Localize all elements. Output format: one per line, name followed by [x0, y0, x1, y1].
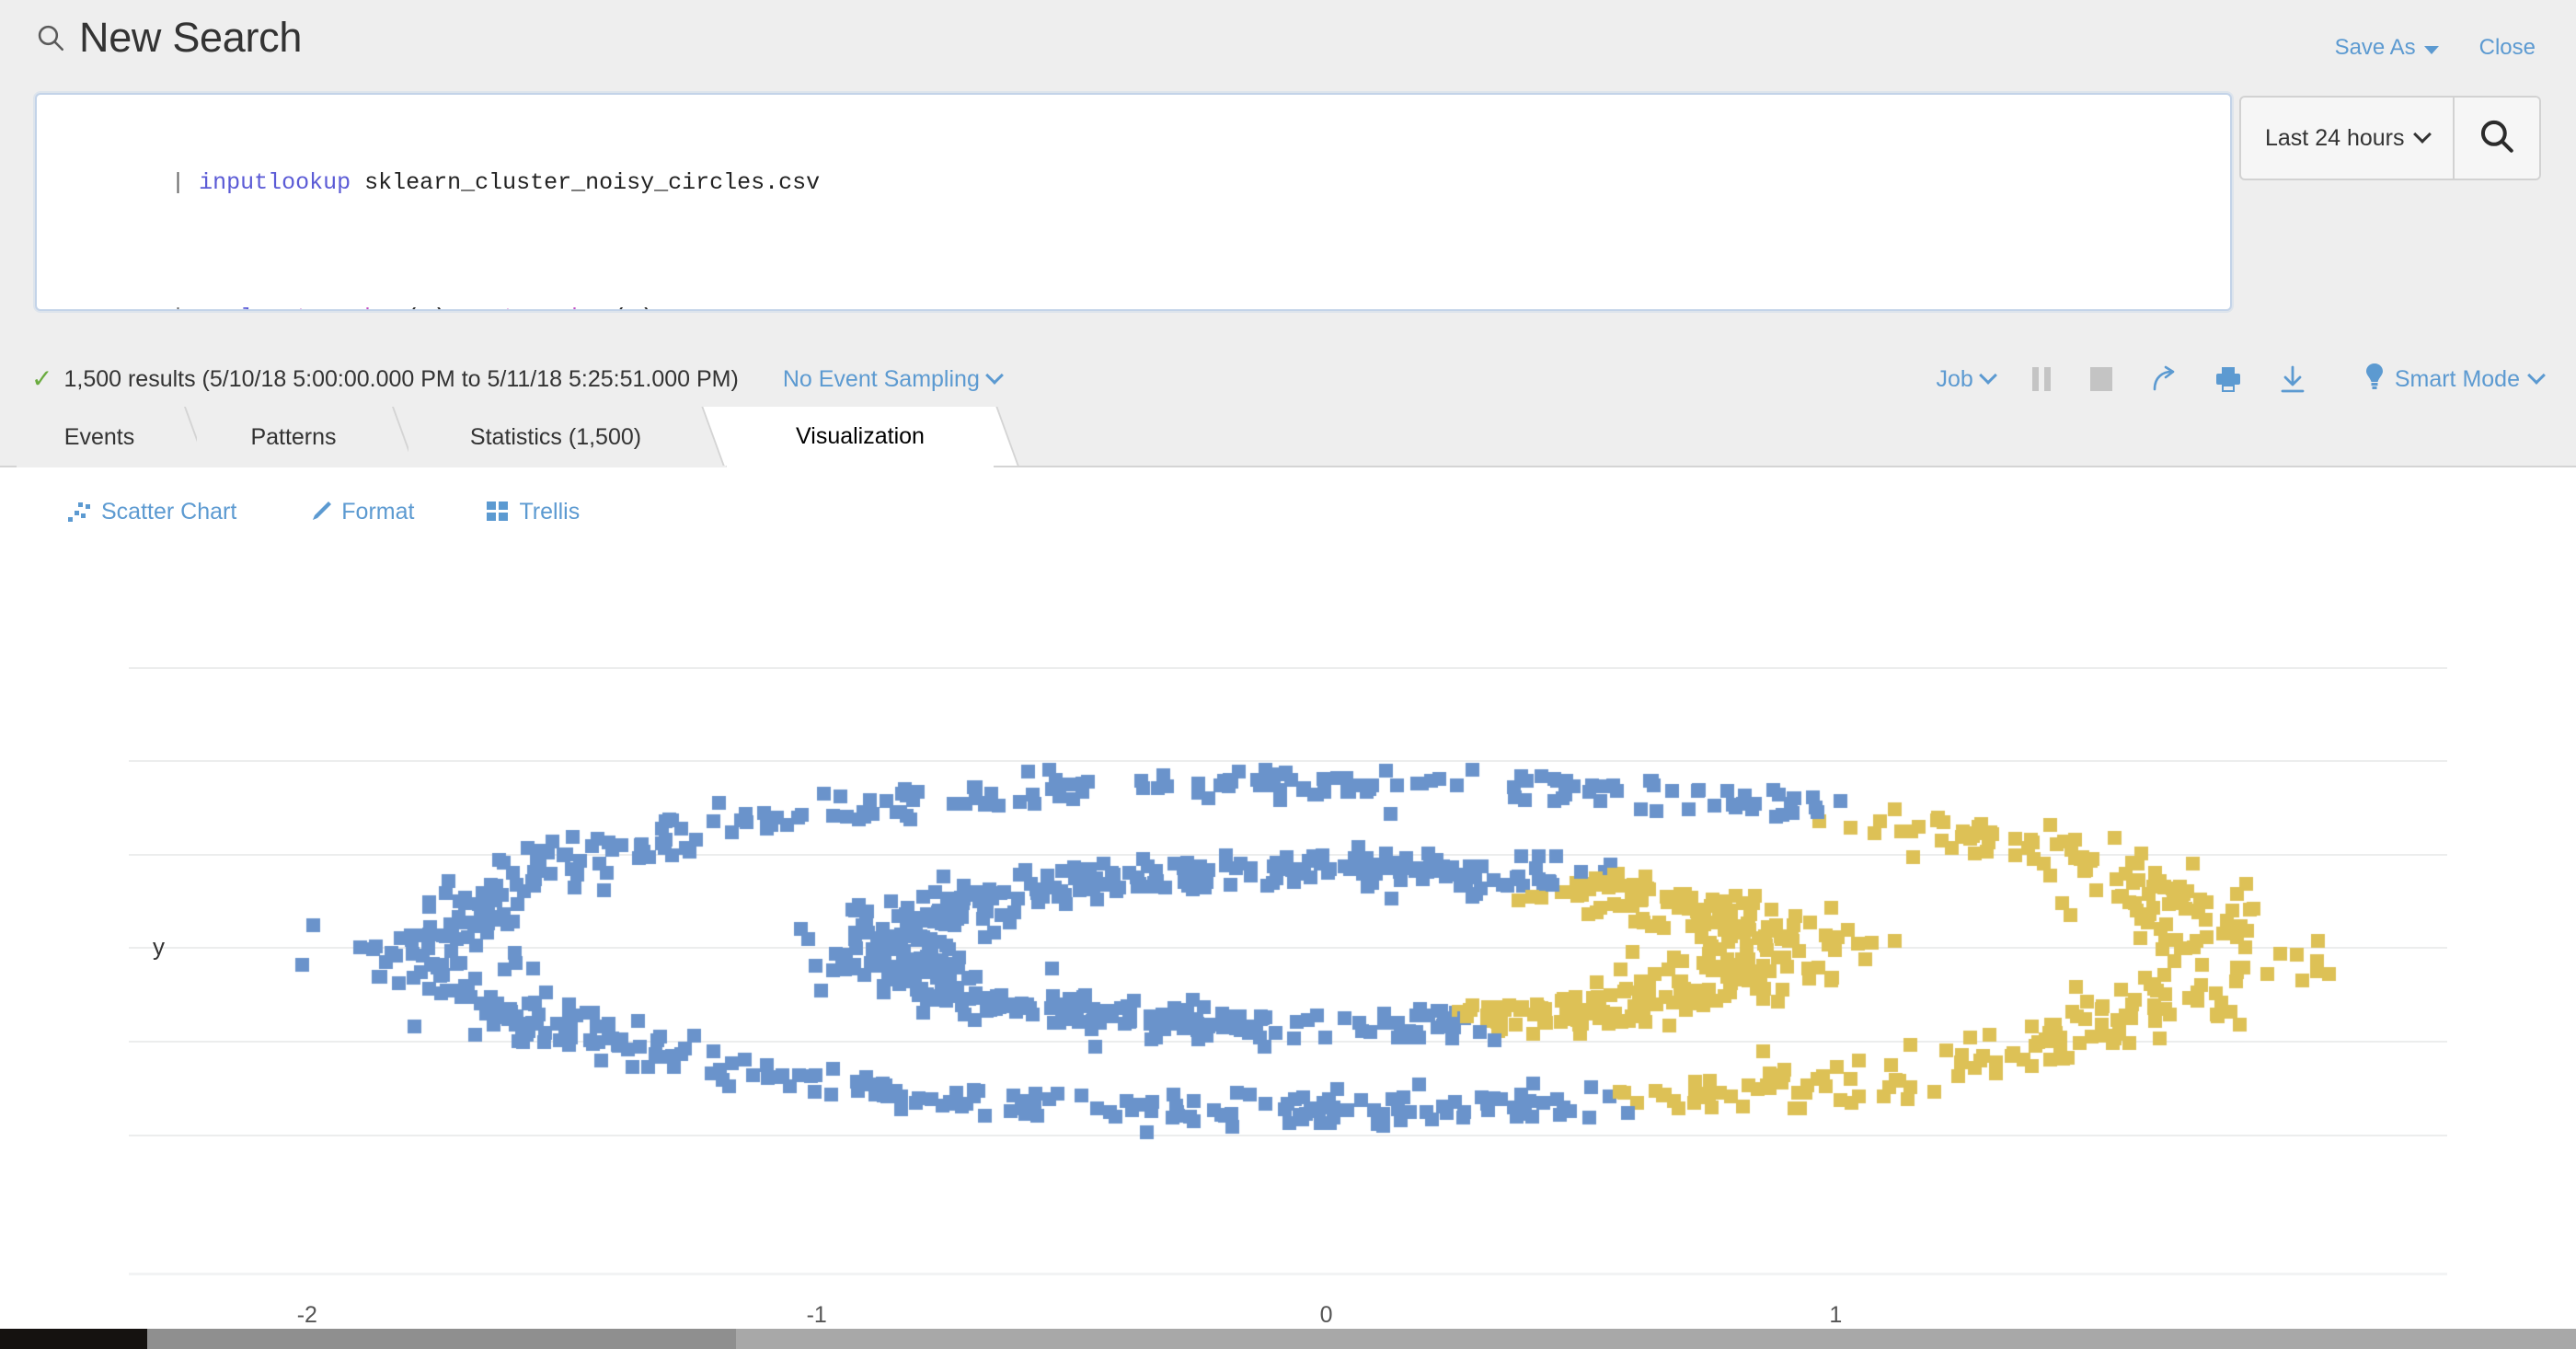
header-links: Save As Close	[2335, 35, 2536, 61]
search-status-row: ✓ 1,500 results (5/10/18 5:00:00.000 PM …	[0, 352, 2576, 407]
stop-icon[interactable]	[2088, 365, 2114, 393]
save-as-label: Save As	[2334, 35, 2416, 60]
chevron-down-icon	[1978, 366, 1997, 385]
checkmark-icon: ✓	[31, 364, 53, 393]
chart-type-label: Scatter Chart	[101, 498, 237, 525]
spl-pipe: |	[171, 169, 186, 196]
x-axis-line	[129, 1273, 2447, 1275]
time-range-picker[interactable]: Last 24 hours	[2241, 98, 2455, 179]
strip-segment-mid	[147, 1329, 736, 1349]
format-button[interactable]: Format	[308, 499, 414, 525]
search-input[interactable]: | inputlookup sklearn_cluster_noisy_circ…	[35, 93, 2232, 311]
tab-patterns[interactable]: Patterns	[197, 407, 417, 467]
x-tick-label: -1	[806, 1302, 827, 1328]
status-right-group: Job Smart Mode	[1936, 352, 2546, 407]
plot-area: 3210-1-2 -2-101 y x	[129, 634, 2447, 1349]
spl-args: sklearn_cluster_noisy_circles.csv	[351, 169, 821, 196]
pause-icon[interactable]	[2030, 365, 2053, 393]
paintbrush-icon	[308, 500, 332, 524]
event-sampling-dropdown[interactable]: No Event Sampling	[782, 365, 1004, 393]
x-tick-label: -2	[296, 1302, 317, 1328]
spl-pipe: |	[171, 305, 185, 309]
tab-events[interactable]: Events	[17, 407, 209, 467]
desktop-bottom-strip	[0, 1329, 2576, 1349]
strip-segment-dark	[0, 1329, 147, 1349]
visualization-toolbar: Scatter Chart Format Trellis	[0, 467, 2576, 556]
tab-label: Visualization	[796, 422, 925, 449]
download-icon[interactable]	[2278, 364, 2307, 394]
spl-command: inputlookup	[199, 169, 351, 196]
tab-statistics[interactable]: Statistics (1,500)	[408, 407, 730, 467]
scatter-chart: 3210-1-2 -2-101 y x 0 1	[0, 556, 2576, 1349]
print-icon[interactable]	[2214, 364, 2243, 394]
tab-label: Events	[63, 423, 135, 450]
close-label: Close	[2478, 35, 2536, 60]
search-mode-dropdown[interactable]: Smart Mode	[2364, 363, 2546, 397]
tab-edge-right	[968, 407, 1019, 466]
y-axis-label: y	[153, 932, 165, 961]
chevron-down-icon	[2412, 125, 2432, 144]
lightbulb-icon	[2364, 363, 2385, 397]
search-mode-label: Smart Mode	[2394, 365, 2520, 392]
spl-function: tonumber	[502, 305, 613, 309]
search-header-zone: New Search Save As Close | inputlookup s…	[0, 0, 2576, 407]
job-label: Job	[1936, 365, 1973, 392]
chevron-down-icon	[2527, 366, 2546, 385]
run-search-button[interactable]	[2454, 98, 2539, 179]
search-icon	[2478, 117, 2516, 160]
results-count-text: 1,500 results (5/10/18 5:00:00.000 PM to…	[63, 365, 739, 392]
x-tick-label: 0	[1319, 1302, 1333, 1328]
chevron-down-icon	[2423, 45, 2439, 54]
splunk-search-app: New Search Save As Close | inputlookup s…	[0, 0, 2576, 1349]
title-row: New Search Save As Close	[0, 0, 2576, 92]
time-and-search-controls: Last 24 hours	[2239, 96, 2541, 180]
page-title-wrap: New Search	[35, 17, 302, 58]
time-range-label: Last 24 hours	[2265, 124, 2405, 151]
close-button[interactable]: Close	[2479, 35, 2536, 61]
spl-line-1: | inputlookup sklearn_cluster_noisy_circ…	[61, 115, 2206, 250]
trellis-button[interactable]: Trellis	[486, 499, 580, 525]
spl-line-2: | eval x=tonumber(x), y=tonumber(y)	[61, 250, 2206, 309]
scatter-points-canvas	[129, 634, 2447, 1205]
tab-label: Patterns	[250, 423, 337, 450]
chart-type-button[interactable]: Scatter Chart	[66, 499, 236, 525]
event-sampling-label: No Event Sampling	[782, 365, 980, 392]
save-as-button[interactable]: Save As	[2335, 35, 2439, 61]
scatter-chart-icon	[66, 499, 92, 525]
format-label: Format	[341, 498, 415, 525]
search-icon	[35, 22, 66, 53]
page-title: New Search	[79, 14, 303, 61]
tab-label: Statistics (1,500)	[469, 423, 642, 450]
share-arrow-icon[interactable]	[2149, 364, 2179, 394]
tab-visualization[interactable]: Visualization	[701, 407, 1019, 467]
x-tick-label: 1	[1829, 1302, 1843, 1328]
strip-segment-light	[736, 1329, 2576, 1349]
grid-icon	[486, 500, 510, 524]
status-left-group: ✓ 1,500 results (5/10/18 5:00:00.000 PM …	[31, 352, 1004, 407]
spl-function: tonumber	[295, 305, 406, 309]
result-tabs: Events Patterns Statistics (1,500) Visua…	[0, 407, 2576, 467]
chevron-down-icon	[984, 366, 1004, 385]
job-menu-button[interactable]: Job	[1936, 365, 1997, 393]
spl-command: eval	[199, 305, 254, 309]
trellis-label: Trellis	[519, 498, 581, 525]
